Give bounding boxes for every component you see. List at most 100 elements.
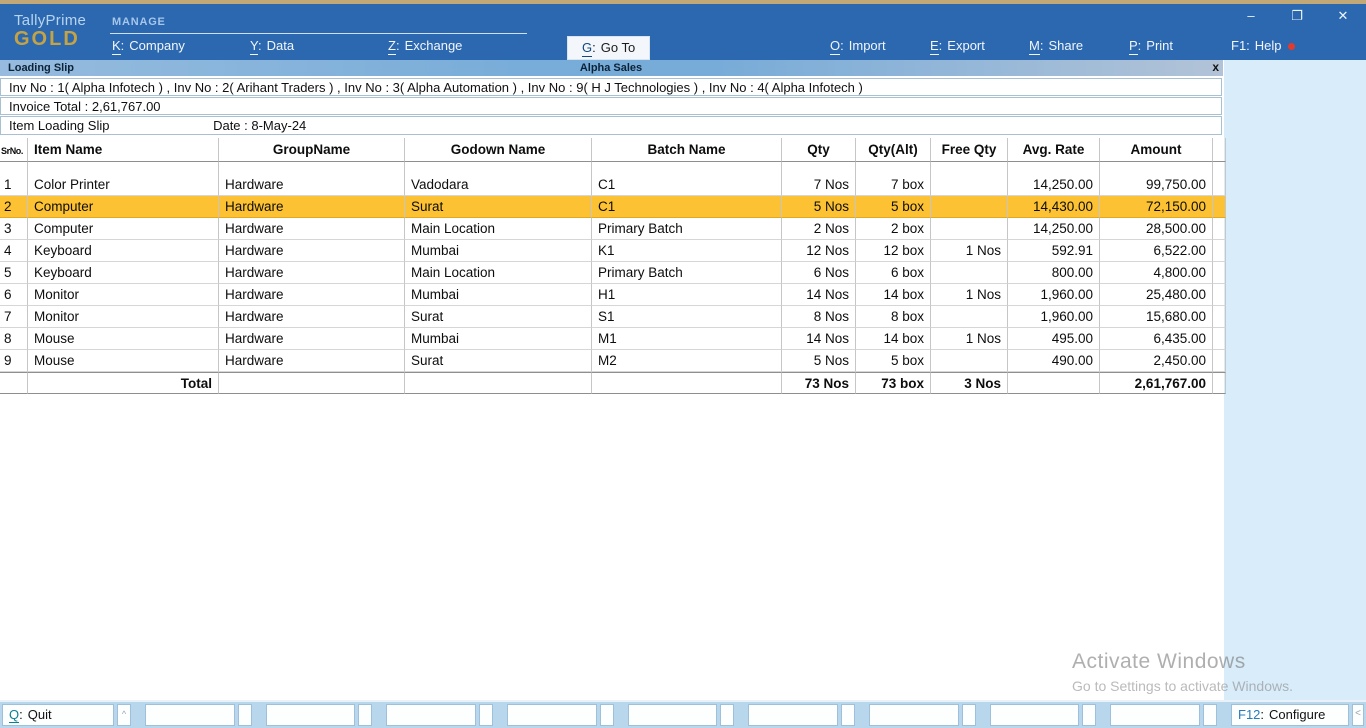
bottom-bar-separator-button[interactable] (1082, 704, 1096, 726)
table-row-cell: Hardware (219, 174, 405, 196)
table-header-row-cell: Qty (782, 138, 856, 162)
bottom-bar-empty-button[interactable] (869, 704, 959, 726)
invoice-list-line: Inv No : 1( Alpha Infotech ) , Inv No : … (0, 78, 1222, 96)
table-row-cell (931, 350, 1008, 372)
bottom-bar-empty-slots (145, 704, 1217, 726)
table-row-cell: 8 (0, 328, 28, 350)
table-total-row-cell: 73 Nos (782, 372, 856, 394)
bottom-bar-empty-button[interactable] (1110, 704, 1200, 726)
table-row-cell: 14,250.00 (1008, 174, 1100, 196)
bottom-button-bar: Q:Quit ^ F12:Configure < (0, 700, 1366, 728)
table-total-row-cell (405, 372, 592, 394)
table-spacer-row-cell (931, 162, 1008, 174)
table-row-cell: 4,800.00 (1100, 262, 1213, 284)
table-row-selected[interactable]: 2ComputerHardwareSuratC15 Nos5 box14,430… (0, 196, 1222, 218)
table-total-row-cell (0, 372, 28, 394)
table-row-cell: 14,250.00 (1008, 218, 1100, 240)
app-logo: TallyPrime GOLD (14, 12, 86, 49)
table-total-row-cell (592, 372, 782, 394)
table-row[interactable]: 1Color PrinterHardwareVadodaraC17 Nos7 b… (0, 174, 1222, 196)
table-spacer-row-cell (1100, 162, 1213, 174)
table-row-cell (931, 262, 1008, 284)
invoice-total-line: Invoice Total : 2,61,767.00 (0, 97, 1222, 115)
bottom-bar-separator-button[interactable] (1203, 704, 1217, 726)
menu-share[interactable]: M:Share (1029, 38, 1083, 53)
table-header-row-cell: Item Name (28, 138, 219, 162)
table-row[interactable]: 8MouseHardwareMumbaiM114 Nos14 box1 Nos4… (0, 328, 1222, 350)
bottom-bar-separator-button[interactable] (479, 704, 493, 726)
close-icon[interactable]: ✕ (1320, 4, 1366, 30)
table-row[interactable]: 5KeyboardHardwareMain LocationPrimary Ba… (0, 262, 1222, 284)
bottom-bar-separator-button[interactable] (238, 704, 252, 726)
bottom-bar-separator-button[interactable] (720, 704, 734, 726)
configure-button[interactable]: F12:Configure (1231, 704, 1349, 726)
table-total-row-cell: 3 Nos (931, 372, 1008, 394)
table-row-cell: 14 Nos (782, 328, 856, 350)
restore-icon[interactable]: ❐ (1274, 4, 1320, 30)
quit-expand-caret-icon[interactable]: ^ (117, 704, 131, 726)
table-row-cell: 72,150.00 (1100, 196, 1213, 218)
table-row-cell (931, 196, 1008, 218)
table-right-strip (1213, 174, 1226, 196)
menu-help[interactable]: F1:Help (1231, 38, 1295, 53)
table-row[interactable]: 9MouseHardwareSuratM25 Nos5 box490.002,4… (0, 350, 1222, 372)
configure-collapse-chevron-icon[interactable]: < (1352, 704, 1364, 726)
bottom-bar-separator-button[interactable] (962, 704, 976, 726)
menu-exchange[interactable]: Z:Exchange (388, 38, 462, 53)
table-header-row-cell: Avg. Rate (1008, 138, 1100, 162)
table-spacer-row-cell (782, 162, 856, 174)
table-right-strip (1213, 328, 1226, 350)
table-row-cell (931, 306, 1008, 328)
table-right-strip (1213, 284, 1226, 306)
table-row-cell: 7 (0, 306, 28, 328)
table-spacer-row-cell (592, 162, 782, 174)
table-row-cell: 1 Nos (931, 284, 1008, 306)
table-header-row-cell: Free Qty (931, 138, 1008, 162)
table-row[interactable]: 3ComputerHardwareMain LocationPrimary Ba… (0, 218, 1222, 240)
bottom-bar-empty-button[interactable] (386, 704, 476, 726)
report-close-icon[interactable]: x (1212, 61, 1219, 74)
bottom-bar-empty-button[interactable] (990, 704, 1080, 726)
table-right-strip (1213, 306, 1226, 328)
menu-export[interactable]: E:Export (930, 38, 985, 53)
menu-company[interactable]: K:Company (112, 38, 185, 53)
table-row[interactable]: 7MonitorHardwareSuratS18 Nos8 box1,960.0… (0, 306, 1222, 328)
bottom-bar-separator-button[interactable] (841, 704, 855, 726)
minimize-icon[interactable]: – (1228, 4, 1274, 30)
table-total-row-cell (219, 372, 405, 394)
table-row-cell: 8 Nos (782, 306, 856, 328)
table-row-cell: 7 Nos (782, 174, 856, 196)
bottom-bar-empty-button[interactable] (628, 704, 718, 726)
menu-import[interactable]: O:Import (830, 38, 886, 53)
top-menu-bar: TallyPrime GOLD MANAGE K:Company Y:Data … (0, 4, 1366, 60)
table-row-cell: 1,960.00 (1008, 306, 1100, 328)
menu-go-to[interactable]: G:Go To (567, 36, 650, 60)
menu-print[interactable]: P:Print (1129, 38, 1173, 53)
table-row-cell: 28,500.00 (1100, 218, 1213, 240)
table-row-cell: Hardware (219, 240, 405, 262)
table-spacer-row-cell (219, 162, 405, 174)
bottom-bar-empty-button[interactable] (748, 704, 838, 726)
help-notification-dot-icon (1288, 43, 1295, 50)
table-header-row-cell: SrNo. (0, 138, 28, 162)
table-row-cell: 2,450.00 (1100, 350, 1213, 372)
bottom-bar-separator-button[interactable] (600, 704, 614, 726)
bottom-bar-empty-button[interactable] (266, 704, 356, 726)
bottom-bar-empty-button[interactable] (145, 704, 235, 726)
bottom-bar-empty-button[interactable] (507, 704, 597, 726)
table-row[interactable]: 6MonitorHardwareMumbaiH114 Nos14 box1 No… (0, 284, 1222, 306)
table-row-cell: 25,480.00 (1100, 284, 1213, 306)
table-row-cell: H1 (592, 284, 782, 306)
table-row-cell: 14 box (856, 284, 931, 306)
bottom-bar-separator-button[interactable] (358, 704, 372, 726)
table-right-strip (1213, 372, 1226, 394)
table-row[interactable]: 4KeyboardHardwareMumbaiK112 Nos12 box1 N… (0, 240, 1222, 262)
table-total-row: Total73 Nos73 box3 Nos2,61,767.00 (0, 372, 1222, 394)
table-row-cell: 12 box (856, 240, 931, 262)
table-header-row-cell: GroupName (219, 138, 405, 162)
table-row-cell: Mumbai (405, 240, 592, 262)
slip-title: Item Loading Slip (9, 118, 109, 133)
menu-data[interactable]: Y:Data (250, 38, 294, 53)
quit-button[interactable]: Q:Quit (2, 704, 114, 726)
table-header-row: SrNo.Item NameGroupNameGodown NameBatch … (0, 138, 1222, 162)
